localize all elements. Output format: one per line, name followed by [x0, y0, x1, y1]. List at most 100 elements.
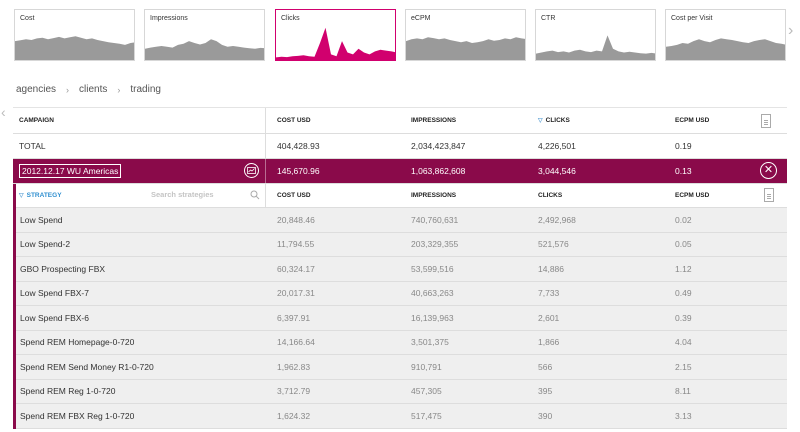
campaign-name[interactable]: 2012.12.17 WU Americas: [19, 164, 122, 178]
strategy-name: Spend REM Homepage-0-720: [20, 337, 135, 348]
strategy-subtable: ▽ STRATEGY COST USD IMPRESSIONS CLICKS E…: [13, 184, 787, 429]
table-header: CAMPAIGN COST USD IMPRESSIONS ▽ CLICKS EC…: [13, 107, 787, 134]
strategy-cost: 6,397.91: [277, 312, 311, 323]
sparkline-area: [15, 36, 134, 60]
strategy-impressions: 517,475: [411, 410, 442, 421]
column-header-ecpm[interactable]: ECPM USD: [664, 117, 754, 124]
chevron-right-icon: ›: [117, 84, 121, 95]
breadcrumb: agencies › clients › trading: [16, 84, 161, 95]
column-header-label: CAMPAIGN: [19, 117, 54, 124]
strategy-clicks: 521,576: [538, 239, 569, 250]
strategy-impressions: 3,501,375: [411, 337, 449, 348]
table-row[interactable]: Spend REM Send Money R1-0-720 1,962.83 910…: [16, 355, 787, 380]
strategy-ecpm: 8.11: [675, 386, 691, 397]
breadcrumb-item-agencies[interactable]: agencies: [16, 84, 56, 95]
strategy-name: Spend REM Reg 1-0-720: [20, 386, 116, 397]
strategy-header: ▽ STRATEGY COST USD IMPRESSIONS CLICKS E…: [16, 184, 787, 208]
strategy-impressions: 53,599,516: [411, 263, 454, 274]
strategy-ecpm: 0.39: [675, 312, 692, 323]
strategy-clicks: 1,866: [538, 337, 560, 348]
strategy-impressions: 457,305: [411, 386, 442, 397]
document-icon[interactable]: [764, 188, 774, 202]
campaign-ecpm: 0.13: [675, 166, 692, 176]
chevron-left-icon[interactable]: ‹: [1, 104, 6, 120]
strategy-impressions: 910,791: [411, 361, 442, 372]
strategy-impressions: 203,329,355: [411, 239, 459, 250]
strategy-clicks: 2,492,968: [538, 214, 576, 225]
card-clicks[interactable]: Clicks: [275, 9, 396, 61]
column-header-strategy[interactable]: ▽ STRATEGY: [16, 184, 266, 207]
strategy-name: Low Spend FBX-7: [20, 288, 89, 299]
column-header-label: STRATEGY: [26, 192, 62, 199]
column-header-impressions[interactable]: IMPRESSIONS: [400, 117, 527, 124]
sparkline-area: [276, 27, 395, 60]
campaign-table: CAMPAIGN COST USD IMPRESSIONS ▽ CLICKS EC…: [13, 107, 787, 429]
table-row[interactable]: GBO Prospecting FBX 60,324.17 53,599,516 14…: [16, 257, 787, 282]
strategy-cost: 14,166.64: [277, 337, 315, 348]
strategy-cost: 20,848.46: [277, 214, 315, 225]
campaign-clicks: 3,044,546: [538, 166, 576, 176]
strategy-cost: 11,794.55: [277, 239, 315, 250]
selected-campaign-row[interactable]: 2012.12.17 WU Americas 145,670.96 1,063,…: [13, 159, 787, 184]
card-ecpm[interactable]: eCPM: [405, 9, 526, 61]
strategy-ecpm: 0.49: [675, 288, 692, 299]
chart-icon[interactable]: [244, 163, 259, 178]
column-header-cost[interactable]: COST USD: [266, 117, 400, 124]
table-row[interactable]: Spend REM Reg 1-0-720 3,712.79 457,305 395 8…: [16, 379, 787, 404]
breadcrumb-item-trading[interactable]: trading: [130, 84, 161, 95]
strategy-cost: 1,624.32: [277, 410, 311, 421]
strategy-name: GBO Prospecting FBX: [20, 263, 106, 274]
total-row: TOTAL 404,428.93 2,034,423,847 4,226,501…: [13, 134, 787, 159]
card-label: Cost per Visit: [671, 15, 713, 22]
card-impressions[interactable]: Impressions: [144, 9, 265, 61]
sort-down-icon: ▽: [538, 118, 543, 124]
strategy-name: Low Spend: [20, 214, 63, 225]
column-header-campaign[interactable]: CAMPAIGN: [13, 108, 266, 133]
strategy-clicks: 14,886: [538, 263, 564, 274]
strategy-ecpm: 3.13: [675, 410, 692, 421]
strategy-cost: 3,712.79: [277, 386, 311, 397]
metric-cards: Cost Impressions Clicks eCPM CTR Cost pe…: [14, 9, 786, 61]
sparkline-area: [666, 38, 785, 60]
strategy-rows: Low Spend 20,848.46 740,760,631 2,492,968 0.…: [16, 208, 787, 429]
strategy-ecpm: 4.04: [675, 337, 692, 348]
card-label: Impressions: [150, 15, 188, 22]
column-header-impressions[interactable]: IMPRESSIONS: [400, 192, 527, 199]
campaign-cell: 2012.12.17 WU Americas: [13, 159, 266, 183]
table-row[interactable]: Spend REM FBX Reg 1-0-720 1,624.32 517,475…: [16, 404, 787, 429]
search-icon[interactable]: [250, 190, 260, 200]
strategy-clicks: 7,733: [538, 288, 560, 299]
chevron-right-icon[interactable]: ›: [788, 22, 793, 40]
total-clicks: 4,226,501: [538, 141, 576, 151]
table-row[interactable]: Low Spend 20,848.46 740,760,631 2,492,968 0.…: [16, 208, 787, 233]
strategy-impressions: 740,760,631: [411, 214, 459, 225]
card-label: Clicks: [281, 15, 300, 22]
card-cost-per-visit[interactable]: Cost per Visit: [665, 9, 786, 61]
strategy-name: Low Spend-2: [20, 239, 71, 250]
campaign-cost: 145,670.96: [277, 166, 320, 176]
strategy-clicks: 566: [538, 361, 553, 372]
sparkline-area: [145, 39, 264, 60]
table-row[interactable]: Low Spend FBX-7 20,017.31 40,663,263 7,733 0…: [16, 281, 787, 306]
column-header-cost[interactable]: COST USD: [266, 192, 400, 199]
table-row[interactable]: Low Spend-2 11,794.55 203,329,355 521,576 0.…: [16, 232, 787, 257]
close-icon[interactable]: ✕: [760, 162, 777, 179]
card-label: Cost: [20, 15, 35, 22]
column-header-ecpm[interactable]: ECPM USD: [664, 192, 754, 199]
strategy-ecpm: 0.05: [675, 239, 692, 250]
search-strategies-input[interactable]: [151, 190, 246, 199]
card-ctr[interactable]: CTR: [535, 9, 656, 61]
strategy-name: Spend REM FBX Reg 1-0-720: [20, 410, 135, 421]
card-label: eCPM: [411, 15, 431, 22]
sort-down-icon: ▽: [19, 193, 24, 199]
column-header-clicks[interactable]: CLICKS: [527, 192, 664, 199]
strategy-cost: 20,017.31: [277, 288, 315, 299]
table-row[interactable]: Low Spend FBX-6 6,397.91 16,139,963 2,601 0.…: [16, 306, 787, 331]
document-icon[interactable]: [761, 114, 771, 128]
card-cost[interactable]: Cost: [14, 9, 135, 61]
strategy-cost: 1,962.83: [277, 361, 311, 372]
table-row[interactable]: Spend REM Homepage-0-720 14,166.64 3,501,3…: [16, 330, 787, 355]
strategy-impressions: 16,139,963: [411, 312, 454, 323]
breadcrumb-item-clients[interactable]: clients: [79, 84, 107, 95]
column-header-clicks[interactable]: ▽ CLICKS: [527, 117, 664, 124]
